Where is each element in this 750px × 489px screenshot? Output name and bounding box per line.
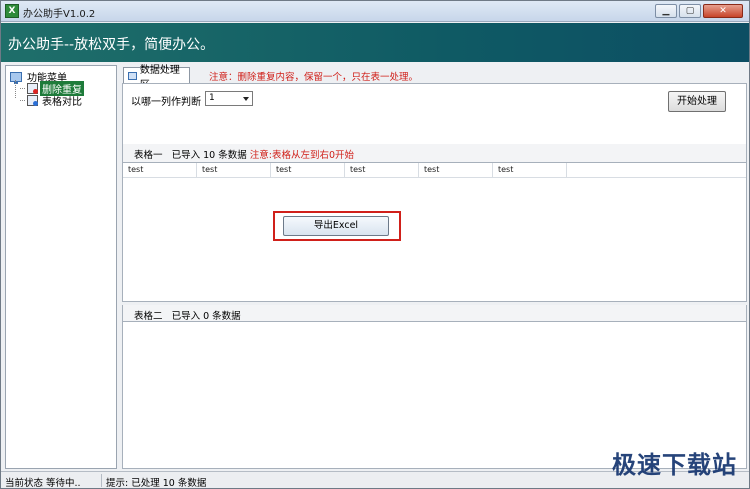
column-header[interactable]: test bbox=[493, 163, 567, 178]
table1-grid[interactable]: test test test test test test bbox=[122, 162, 747, 302]
table2-info: 表格二 已导入 0 条数据 bbox=[134, 308, 241, 322]
app-banner: 办公助手--放松双手，简便办公。 bbox=[1, 23, 749, 62]
column-select-value: 1 bbox=[209, 93, 215, 103]
tree-branch bbox=[20, 88, 25, 89]
table-compare-icon bbox=[27, 95, 38, 106]
title-bar: X 办公助手V1.0.2 ▁ ▢ ✕ bbox=[1, 1, 749, 22]
table1-info: 表格一 已导入 10 条数据 注意:表格从左到右0开始 bbox=[134, 147, 354, 161]
processing-panel: 以哪一列作判断 1 开始处理 bbox=[122, 83, 747, 145]
table1-name: 表格一 bbox=[134, 150, 163, 161]
table1-header: 表格一 已导入 10 条数据 注意:表格从左到右0开始 bbox=[122, 144, 747, 162]
sidebar-item-label: 表格对比 bbox=[42, 97, 82, 108]
excel-app-icon: X bbox=[5, 4, 19, 18]
sidebar-item-table-compare[interactable]: 表格对比 bbox=[20, 93, 84, 108]
close-button[interactable]: ✕ bbox=[703, 4, 743, 18]
table1-imported: 已导入 10 条数据 bbox=[171, 150, 247, 161]
tab-icon bbox=[128, 71, 137, 80]
column-header[interactable]: test bbox=[123, 163, 197, 178]
column-header[interactable]: test bbox=[197, 163, 271, 178]
window-controls: ▁ ▢ ✕ bbox=[655, 4, 743, 18]
column-header[interactable]: test bbox=[345, 163, 419, 178]
status-divider bbox=[101, 474, 102, 487]
tree-connector bbox=[15, 80, 16, 98]
app-window: X 办公助手V1.0.2 ▁ ▢ ✕ 办公助手--放松双手，简便办公。 功能菜单… bbox=[0, 0, 750, 489]
table1-column-headers: test test test test test test bbox=[123, 163, 746, 178]
column-header[interactable]: test bbox=[419, 163, 493, 178]
tab-data-processing[interactable]: 数据处理区 bbox=[123, 65, 190, 91]
banner-text: 办公助手--放松双手，简便办公。 bbox=[8, 37, 215, 53]
minimize-button[interactable]: ▁ bbox=[655, 4, 677, 18]
column-judge-label: 以哪一列作判断 bbox=[131, 97, 201, 108]
status-hint: 提示: 已处理 10 条数据 bbox=[106, 478, 207, 489]
start-process-button[interactable]: 开始处理 bbox=[668, 91, 726, 112]
export-excel-button[interactable]: 导出Excel bbox=[283, 216, 389, 236]
table2-header: 表格二 已导入 0 条数据 bbox=[122, 305, 747, 322]
notice-text: 注意：删除重复内容，保留一个，只在表一处理。 bbox=[209, 72, 419, 83]
column-select[interactable]: 1 bbox=[205, 91, 253, 106]
status-current: 当前状态 等待中.. bbox=[5, 478, 81, 489]
function-menu-tree: 功能菜单 删除重复 表格对比 bbox=[5, 65, 117, 469]
chevron-down-icon bbox=[243, 97, 249, 101]
table1-note: 注意:表格从左到右0开始 bbox=[249, 150, 354, 161]
window-title: 办公助手V1.0.2 bbox=[23, 9, 96, 20]
watermark-logo: 极速下载站 bbox=[612, 451, 737, 479]
maximize-button[interactable]: ▢ bbox=[679, 4, 701, 18]
tree-branch bbox=[20, 100, 25, 101]
monitor-icon bbox=[10, 71, 22, 84]
column-header[interactable]: test bbox=[271, 163, 345, 178]
